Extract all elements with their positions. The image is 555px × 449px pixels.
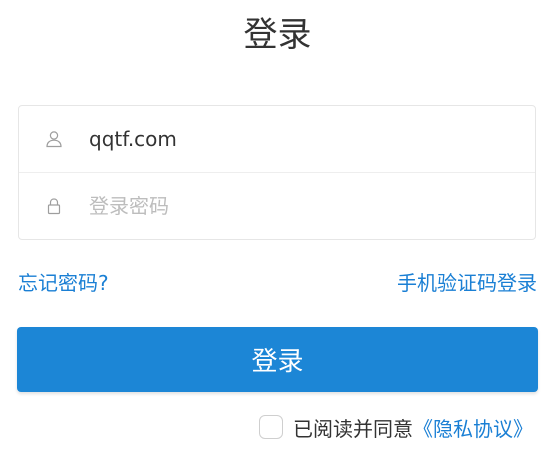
password-input[interactable] <box>89 173 509 239</box>
user-icon <box>45 130 63 148</box>
page-title: 登录 <box>243 15 312 55</box>
lock-icon <box>45 197 63 215</box>
username-row <box>19 106 535 173</box>
agree-checkbox[interactable] <box>259 415 283 439</box>
agreement-row: 已阅读并同意 《隐私协议》 <box>259 410 533 444</box>
login-form-card <box>18 105 536 240</box>
privacy-policy-link[interactable]: 《隐私协议》 <box>413 413 533 442</box>
username-input[interactable] <box>89 106 509 172</box>
agree-text: 已阅读并同意 <box>293 416 413 441</box>
sms-login-link[interactable]: 手机验证码登录 <box>397 268 537 298</box>
password-row <box>19 173 535 240</box>
login-button[interactable]: 登录 <box>17 327 538 392</box>
forgot-password-link[interactable]: 忘记密码? <box>18 268 109 298</box>
